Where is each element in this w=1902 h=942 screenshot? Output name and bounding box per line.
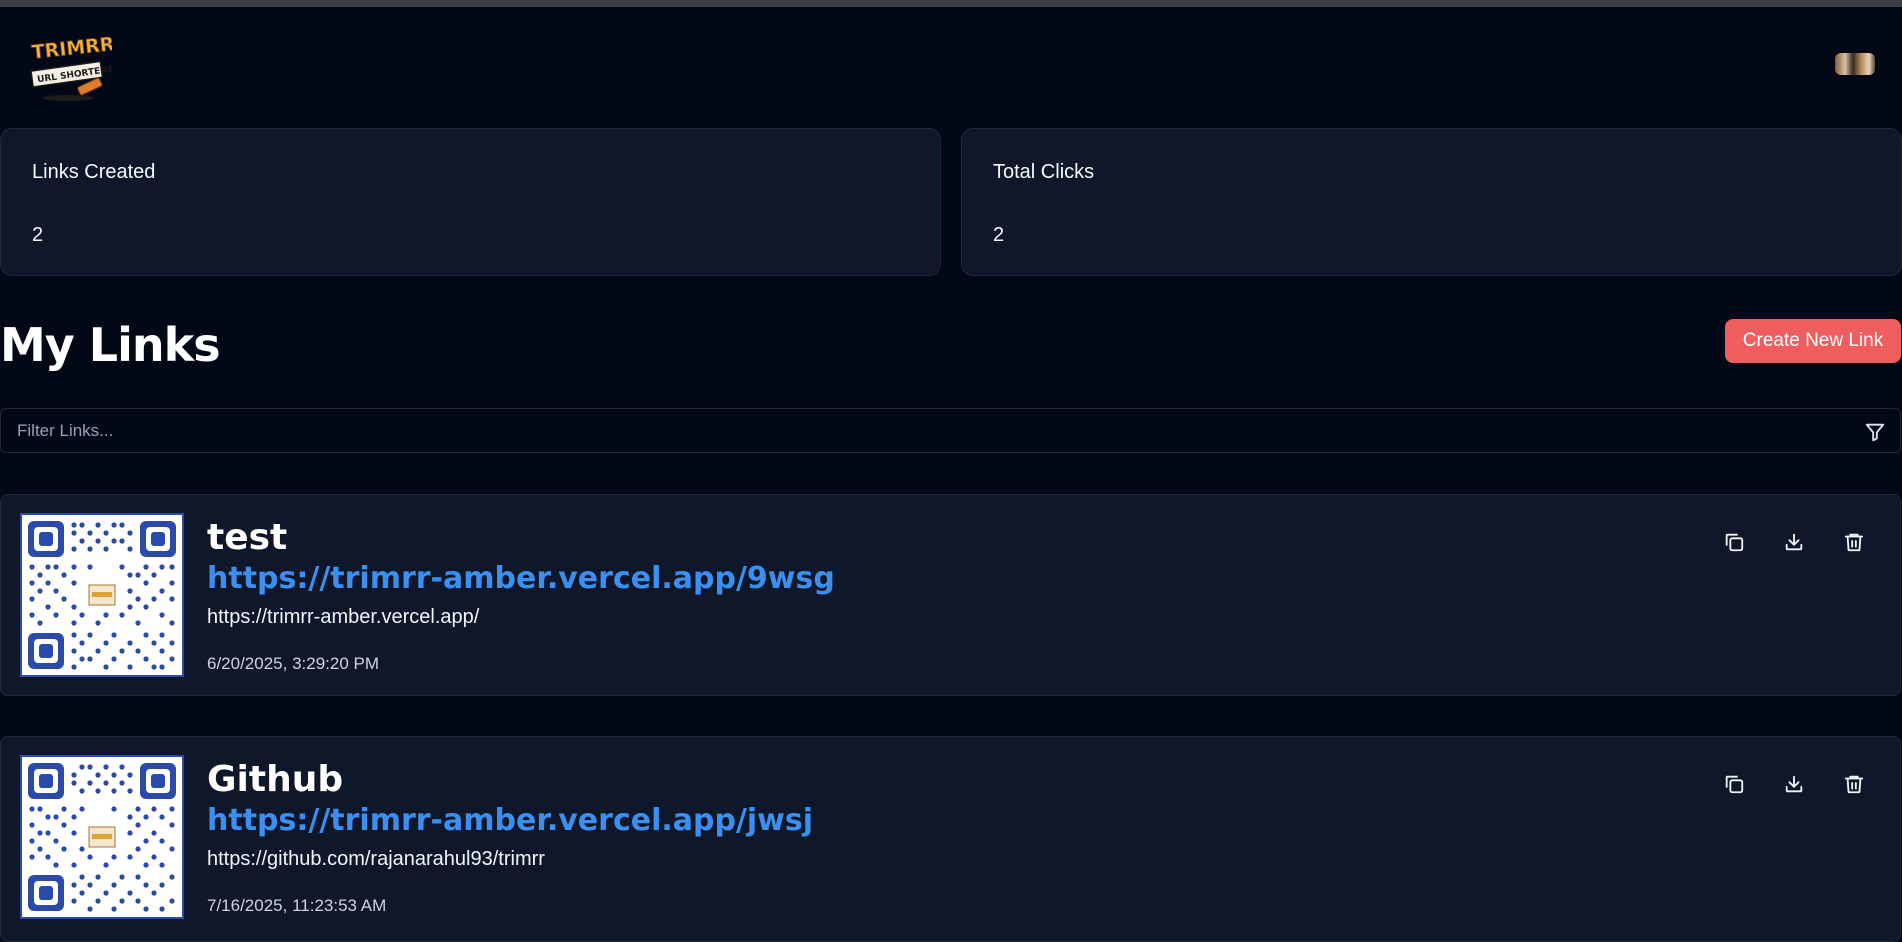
- download-button[interactable]: [1777, 767, 1811, 801]
- total-clicks-card: Total Clicks 2: [961, 128, 1902, 276]
- avatar[interactable]: [1835, 53, 1875, 75]
- copy-icon: [1725, 533, 1744, 552]
- delete-button[interactable]: [1837, 525, 1871, 559]
- trimrr-logo[interactable]: TRIMRR URL SHORTENER: [28, 32, 121, 104]
- trash-icon: [1844, 775, 1864, 794]
- original-url: https://trimrr-amber.vercel.app/: [207, 606, 480, 628]
- links-created-label: Links Created: [32, 161, 156, 183]
- copy-button[interactable]: [1717, 525, 1751, 559]
- links-created-value: 2: [32, 224, 44, 246]
- page-title: My Links: [0, 318, 221, 372]
- svg-text:TRIMRR: TRIMRR: [31, 33, 112, 64]
- browser-top-strip: [0, 0, 1902, 7]
- link-card[interactable]: Github https://trimrr-amber.vercel.app/j…: [0, 736, 1901, 942]
- created-date: 6/20/2025, 3:29:20 PM: [207, 654, 380, 673]
- copy-icon: [1725, 775, 1744, 794]
- download-icon: [1785, 775, 1803, 793]
- links-created-card: Links Created 2: [0, 128, 941, 276]
- short-url-link[interactable]: https://trimrr-amber.vercel.app/jwsj: [207, 803, 813, 838]
- filter-icon[interactable]: [1864, 421, 1886, 443]
- copy-button[interactable]: [1717, 767, 1751, 801]
- download-icon: [1785, 533, 1803, 551]
- filter-bar: [0, 408, 1901, 453]
- link-title[interactable]: test: [207, 517, 287, 558]
- create-new-link-button[interactable]: Create New Link: [1725, 319, 1901, 363]
- qr-code-image: [20, 755, 184, 919]
- short-url-link[interactable]: https://trimrr-amber.vercel.app/9wsg: [207, 561, 835, 596]
- filter-input[interactable]: [1, 409, 1851, 452]
- qr-code-image: [20, 513, 184, 677]
- link-title[interactable]: Github: [207, 759, 343, 800]
- delete-button[interactable]: [1837, 767, 1871, 801]
- total-clicks-value: 2: [993, 224, 1005, 246]
- download-button[interactable]: [1777, 525, 1811, 559]
- original-url: https://github.com/rajanarahul93/trimrr: [207, 848, 545, 870]
- link-card[interactable]: test https://trimrr-amber.vercel.app/9ws…: [0, 494, 1901, 696]
- created-date: 7/16/2025, 11:23:53 AM: [207, 896, 387, 915]
- trash-icon: [1844, 533, 1864, 552]
- total-clicks-label: Total Clicks: [993, 161, 1095, 183]
